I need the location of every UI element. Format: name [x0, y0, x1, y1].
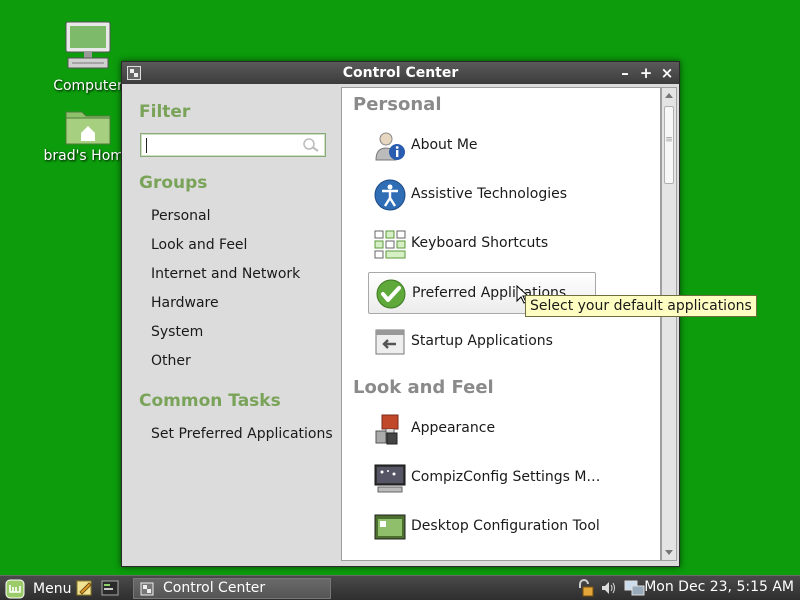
search-icon[interactable]	[301, 137, 321, 153]
item-label: Desktop Configuration Tool	[411, 518, 600, 534]
category-look-and-feel: Look and Feel	[353, 377, 494, 398]
item-label: Keyboard Shortcuts	[411, 235, 549, 251]
home-folder-icon	[65, 111, 111, 145]
group-system[interactable]: System	[151, 324, 203, 340]
common-tasks-heading: Common Tasks	[139, 391, 281, 411]
item-keyboard-shortcuts[interactable]: Keyboard Shortcuts	[368, 223, 596, 265]
group-look-and-feel[interactable]: Look and Feel	[151, 237, 247, 253]
item-label: Assistive Technologies	[411, 186, 568, 202]
task-set-preferred-applications[interactable]: Set Preferred Applications	[151, 426, 333, 442]
keyboard-shortcuts-icon	[374, 230, 406, 259]
category-personal: Personal	[353, 94, 442, 115]
clock[interactable]: Mon Dec 23, 5:15 AM	[644, 579, 794, 595]
maximize-button[interactable]: +	[637, 64, 655, 82]
sidebar: Filter Groups Personal Look and Feel Int…	[122, 84, 341, 566]
taskbar: Menu Control Center Mon Dec 23, 5:15 AM	[0, 575, 800, 600]
item-startup-applications[interactable]: Startup Applications	[368, 321, 596, 363]
text-editor-launcher-icon[interactable]	[76, 579, 94, 597]
desktop-config-icon	[374, 514, 406, 540]
network-icon[interactable]	[624, 579, 646, 597]
filter-heading: Filter	[139, 102, 191, 122]
group-personal[interactable]: Personal	[151, 208, 211, 224]
volume-icon[interactable]	[600, 580, 616, 596]
close-button[interactable]: ×	[658, 64, 676, 82]
tooltip: Select your default applications	[525, 295, 757, 317]
item-label: About Me	[411, 137, 478, 153]
group-hardware[interactable]: Hardware	[151, 295, 219, 311]
window-title: Control Center	[342, 65, 459, 81]
scroll-down-arrow-icon[interactable]	[665, 550, 673, 555]
item-desktop-configuration-tool[interactable]: Desktop Configuration Tool	[368, 506, 600, 548]
item-assistive-technologies[interactable]: Assistive Technologies	[368, 174, 596, 216]
minimize-button[interactable]: –	[616, 64, 634, 82]
item-compizconfig-settings-manager[interactable]: CompizConfig Settings M…	[368, 457, 600, 499]
groups-heading: Groups	[139, 173, 208, 193]
item-label: Appearance	[411, 420, 496, 436]
group-other[interactable]: Other	[151, 353, 191, 369]
accessibility-icon	[374, 179, 406, 211]
window-titlebar[interactable]: Control Center – + ×	[122, 62, 679, 84]
item-label: Startup Applications	[411, 333, 553, 349]
taskbar-window-label: Control Center	[163, 580, 266, 596]
item-appearance[interactable]: Appearance	[368, 408, 596, 450]
unlock-icon[interactable]	[575, 579, 595, 597]
taskbar-window-button[interactable]: Control Center	[133, 578, 331, 599]
about-me-icon	[375, 132, 405, 161]
item-about-me[interactable]: About Me	[368, 125, 596, 167]
item-label: CompizConfig Settings M…	[411, 469, 601, 485]
compiz-icon	[374, 464, 406, 493]
group-internet-and-network[interactable]: Internet and Network	[151, 266, 300, 282]
computer-icon	[65, 21, 111, 69]
menu-label: Menu	[33, 580, 72, 597]
menu-button[interactable]: Menu	[5, 578, 71, 599]
appearance-icon	[375, 414, 399, 445]
items-panel: Personal About Me Assistive Technologies	[341, 87, 661, 561]
mint-logo-icon	[5, 579, 25, 598]
vertical-scrollbar[interactable]	[661, 87, 677, 561]
scroll-up-arrow-icon[interactable]	[665, 93, 673, 98]
scrollbar-thumb[interactable]	[664, 106, 674, 184]
control-center-small-icon	[140, 582, 154, 596]
startup-icon	[375, 329, 405, 355]
text-caret	[146, 138, 147, 153]
check-icon	[376, 279, 406, 309]
search-input[interactable]	[140, 133, 326, 157]
terminal-launcher-icon[interactable]	[101, 579, 119, 597]
